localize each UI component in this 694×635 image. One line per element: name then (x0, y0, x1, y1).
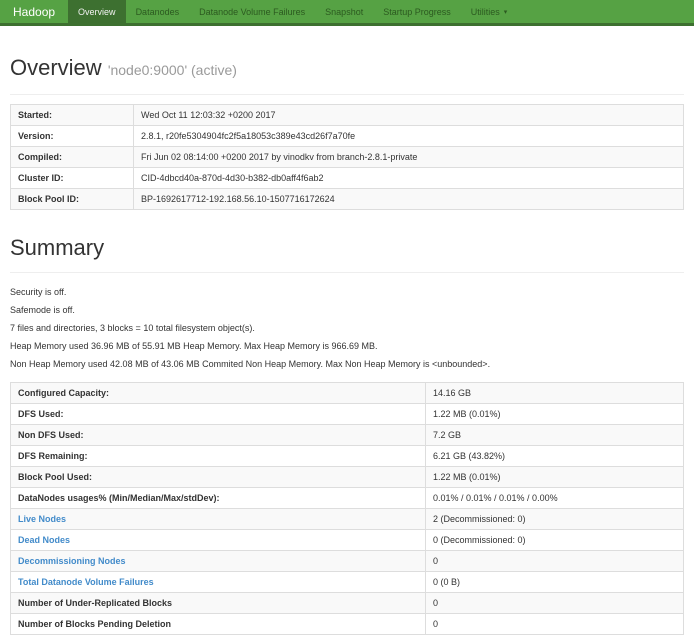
nav-item-snapshot[interactable]: Snapshot (315, 0, 373, 23)
row-value: 6.21 GB (43.82%) (426, 446, 684, 467)
nav-item-datanode-volume-failures[interactable]: Datanode Volume Failures (189, 0, 315, 23)
live-nodes-link[interactable]: Live Nodes (18, 514, 66, 524)
row-value: Wed Oct 11 12:03:32 +0200 2017 (134, 105, 684, 126)
table-row: Number of Blocks Pending Deletion 0 (11, 614, 684, 635)
table-row: Non DFS Used: 7.2 GB (11, 425, 684, 446)
row-value: 0.01% / 0.01% / 0.01% / 0.00% (426, 488, 684, 509)
chevron-down-icon: ▾ (504, 8, 508, 16)
table-row: Compiled: Fri Jun 02 08:14:00 +0200 2017… (11, 147, 684, 168)
row-label: Total Datanode Volume Failures (11, 572, 426, 593)
table-row: DFS Remaining: 6.21 GB (43.82%) (11, 446, 684, 467)
nav-item-datanodes[interactable]: Datanodes (126, 0, 190, 23)
row-value: BP-1692617712-192.168.56.10-150771617262… (134, 189, 684, 210)
table-row: Dead Nodes 0 (Decommissioned: 0) (11, 530, 684, 551)
row-label: Version: (11, 126, 134, 147)
nav-item-label: Snapshot (325, 7, 363, 17)
main-content: Overview 'node0:9000' (active) Started: … (0, 55, 694, 635)
table-row: Live Nodes 2 (Decommissioned: 0) (11, 509, 684, 530)
row-label: Block Pool Used: (11, 467, 426, 488)
table-row: DFS Used: 1.22 MB (0.01%) (11, 404, 684, 425)
table-row: Started: Wed Oct 11 12:03:32 +0200 2017 (11, 105, 684, 126)
nav-item-label: Utilities (471, 7, 500, 17)
page-title: Overview 'node0:9000' (active) (10, 55, 684, 83)
row-value: 1.22 MB (0.01%) (426, 467, 684, 488)
row-value: 0 (426, 593, 684, 614)
row-value: 14.16 GB (426, 383, 684, 404)
filesystem-objects: 7 files and directories, 3 blocks = 10 t… (10, 322, 684, 334)
nav-item-overview[interactable]: Overview (68, 0, 126, 23)
nav-menu: Overview Datanodes Datanode Volume Failu… (68, 0, 517, 23)
row-value: Fri Jun 02 08:14:00 +0200 2017 by vinodk… (134, 147, 684, 168)
row-value: 0 (Decommissioned: 0) (426, 530, 684, 551)
row-label: DataNodes usages% (Min/Median/Max/stdDev… (11, 488, 426, 509)
summary-table: Configured Capacity: 14.16 GB DFS Used: … (10, 382, 684, 635)
table-row: DataNodes usages% (Min/Median/Max/stdDev… (11, 488, 684, 509)
heap-memory-status: Heap Memory used 36.96 MB of 55.91 MB He… (10, 340, 684, 352)
nav-item-label: Startup Progress (383, 7, 451, 17)
row-label: Number of Under-Replicated Blocks (11, 593, 426, 614)
summary-title: Summary (10, 235, 684, 261)
row-value: CID-4dbcd40a-870d-4d30-b382-db0aff4f6ab2 (134, 168, 684, 189)
divider (10, 272, 684, 273)
row-label: Configured Capacity: (11, 383, 426, 404)
brand-hadoop[interactable]: Hadoop (0, 0, 68, 23)
dead-nodes-link[interactable]: Dead Nodes (18, 535, 70, 545)
table-row: Configured Capacity: 14.16 GB (11, 383, 684, 404)
row-value: 2 (Decommissioned: 0) (426, 509, 684, 530)
nav-item-label: Datanodes (136, 7, 180, 17)
table-row: Version: 2.8.1, r20fe5304904fc2f5a18053c… (11, 126, 684, 147)
nav-item-startup-progress[interactable]: Startup Progress (373, 0, 461, 23)
namenode-address: 'node0:9000' (active) (108, 62, 237, 78)
table-row: Total Datanode Volume Failures 0 (0 B) (11, 572, 684, 593)
total-datanode-volume-failures-link[interactable]: Total Datanode Volume Failures (18, 577, 154, 587)
non-heap-memory-status: Non Heap Memory used 42.08 MB of 43.06 M… (10, 358, 684, 370)
row-value: 2.8.1, r20fe5304904fc2f5a18053c389e43cd2… (134, 126, 684, 147)
row-label: Non DFS Used: (11, 425, 426, 446)
overview-table: Started: Wed Oct 11 12:03:32 +0200 2017 … (10, 104, 684, 210)
row-label: Block Pool ID: (11, 189, 134, 210)
divider (10, 94, 684, 95)
row-label: Compiled: (11, 147, 134, 168)
row-value: 0 (0 B) (426, 572, 684, 593)
summary-status-block: Security is off. Safemode is off. 7 file… (10, 286, 684, 370)
navbar: Hadoop Overview Datanodes Datanode Volum… (0, 0, 694, 26)
row-label: DFS Used: (11, 404, 426, 425)
overview-title: Overview (10, 55, 102, 80)
table-row: Cluster ID: CID-4dbcd40a-870d-4d30-b382-… (11, 168, 684, 189)
row-label: Started: (11, 105, 134, 126)
nav-item-label: Datanode Volume Failures (199, 7, 305, 17)
table-row: Decommissioning Nodes 0 (11, 551, 684, 572)
safemode-status: Safemode is off. (10, 304, 684, 316)
row-value: 0 (426, 614, 684, 635)
row-label: Decommissioning Nodes (11, 551, 426, 572)
row-label: Dead Nodes (11, 530, 426, 551)
table-row: Block Pool ID: BP-1692617712-192.168.56.… (11, 189, 684, 210)
row-value: 7.2 GB (426, 425, 684, 446)
table-row: Block Pool Used: 1.22 MB (0.01%) (11, 467, 684, 488)
nav-item-utilities[interactable]: Utilities ▾ (461, 0, 518, 23)
table-row: Number of Under-Replicated Blocks 0 (11, 593, 684, 614)
row-value: 1.22 MB (0.01%) (426, 404, 684, 425)
row-label: Number of Blocks Pending Deletion (11, 614, 426, 635)
row-label: Cluster ID: (11, 168, 134, 189)
row-label: Live Nodes (11, 509, 426, 530)
nav-item-label: Overview (78, 7, 116, 17)
security-status: Security is off. (10, 286, 684, 298)
decommissioning-nodes-link[interactable]: Decommissioning Nodes (18, 556, 126, 566)
row-value: 0 (426, 551, 684, 572)
row-label: DFS Remaining: (11, 446, 426, 467)
